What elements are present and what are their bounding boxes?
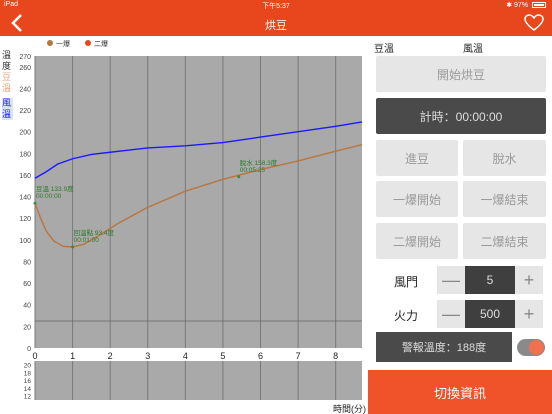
x-tick-label: 7 [296,351,301,361]
sub-y-tick-label: 12 [24,394,32,401]
page-title: 烘豆 [265,20,287,32]
sub-y-tick-label: 20 [24,363,32,370]
fire-label: 火力 [394,309,419,323]
fire-value: 500 [465,300,515,328]
battery-percent: 97% [514,2,529,9]
dry-button[interactable]: 脫水 [463,140,546,176]
x-tick-label: 3 [145,351,150,361]
y-tick-label: 240 [19,86,31,93]
y-tick-label: 60 [23,281,31,288]
fire-plus-button[interactable]: + [515,300,543,328]
air-temp-header: 風溫 [463,44,483,55]
annotation-label: 脫水 158.3度 [240,158,278,167]
y-tick-label: 120 [19,216,31,223]
y-tick-label: 220 [19,108,31,115]
start-roast-button[interactable]: 開始烘豆 [376,56,546,92]
annotation-point [71,245,75,249]
legend-label: 二爆 [94,39,108,48]
first-crack-start-button[interactable]: 一爆開始 [376,181,458,217]
legend-marker [47,40,53,46]
x-tick-label: 1 [70,351,75,361]
first-crack-end-button[interactable]: 一爆結束 [463,181,546,217]
switch-info-button[interactable]: 切換資訊 [368,370,552,414]
sub-y-tick-label: 18 [24,370,32,377]
damper-value: 5 [465,266,515,294]
damper-label: 風門 [394,275,419,289]
x-tick-label: 4 [183,351,188,361]
second-crack-end-button[interactable]: 二爆結束 [463,223,546,259]
annotation-time: 00:00:00 [36,193,62,200]
clock: 下午5:37 [262,3,290,10]
charge-button[interactable]: 進豆 [376,140,458,176]
timer-display: 計時：00:00:00 [376,98,546,134]
bluetooth-icon: ✱ [506,2,513,9]
damper-minus-button[interactable]: — [437,266,465,294]
bean-temp-header: 豆溫 [374,44,394,55]
x-tick-label: 8 [333,351,338,361]
sub-plot-background [35,361,362,400]
annotation-point [33,201,37,205]
roast-chart[interactable]: 0 1 2 3 4 5 6 7 80204060801001201401601802002202… [0,36,368,414]
x-tick-label: 6 [258,351,263,361]
plot-background [35,56,362,348]
x-axis-label: 時間(分) [333,404,366,414]
nav-bar: 烘豆 [0,11,552,36]
x-tick-label: 5 [220,351,225,361]
annotation-time: 00:05:25 [240,167,266,174]
annotation-time: 00:01:00 [74,237,100,244]
legend-label: 一爆 [56,39,70,48]
control-panel: 豆溫 風溫 開始烘豆 計時：00:00:00 進豆 脫水 一爆開始 一爆結束 二… [368,36,552,414]
alarm-temperature-button[interactable]: 警報溫度：188度 [376,332,512,362]
status-bar: iPad 下午5:37 ✱ 97% [0,0,552,11]
annotation-label: 豆溫 133.9度 [36,184,74,193]
sub-y-tick-label: 14 [24,386,32,393]
y-tick-label: 160 [19,173,31,180]
x-tick-label: 0 [32,351,37,361]
y-tick-label: 20 [23,324,31,331]
y-tick-label: 270 [19,54,31,61]
alarm-toggle[interactable] [517,339,545,356]
second-crack-start-button[interactable]: 二爆開始 [376,223,458,259]
y-tick-label: 40 [23,303,31,310]
heart-icon[interactable] [524,14,544,32]
y-tick-label: 100 [19,238,31,245]
battery-icon [532,2,546,9]
damper-plus-button[interactable]: + [515,266,543,294]
y-tick-label: 180 [19,151,31,158]
toggle-knob [529,340,544,355]
y-tick-label: 0 [27,346,31,353]
chart-area: 溫 度 豆溫 風溫 0 1 2 3 4 5 6 7 8 0 20 40 60 80 100 120 140 160… [0,36,368,414]
y-tick-label: 80 [23,259,31,266]
y-tick-label: 140 [19,195,31,202]
fire-minus-button[interactable]: — [437,300,465,328]
sub-y-tick-label: 16 [24,378,32,385]
battery-indicator: ✱ 97% [506,1,546,9]
y-tick-label: 200 [19,130,31,137]
annotation-point [237,175,241,179]
y-tick-label: 260 [19,65,31,72]
legend-marker [85,40,91,46]
x-tick-label: 2 [108,351,113,361]
annotation-label: 回溫點 93.4度 [74,228,115,237]
